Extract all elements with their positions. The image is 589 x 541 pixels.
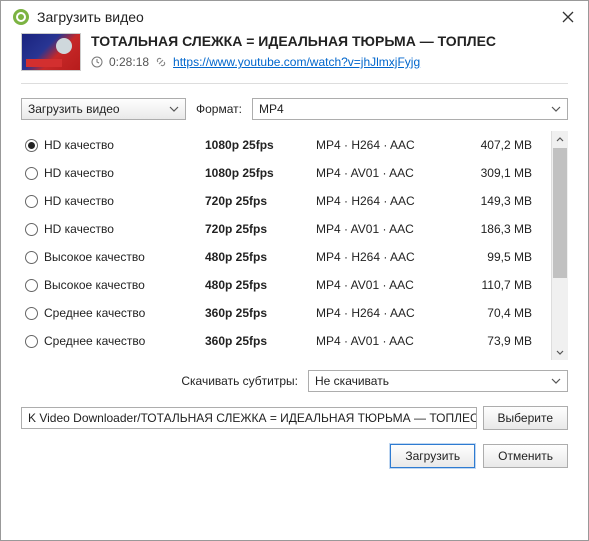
quality-radio[interactable] — [25, 195, 38, 208]
quality-row[interactable]: HD качество 720p 25fps MP4 · H264 · AAC 149… — [21, 187, 551, 215]
resolution-label: 480p 25fps — [205, 250, 310, 264]
size-label: 70,4 MB — [462, 306, 532, 320]
size-label: 73,9 MB — [462, 334, 532, 348]
separator — [21, 83, 568, 84]
save-path-value: K Video Downloader/ТОТАЛЬНАЯ СЛЕЖКА = ИД… — [28, 411, 477, 425]
size-label: 99,5 MB — [462, 250, 532, 264]
scroll-track[interactable] — [552, 148, 568, 343]
quality-radio[interactable] — [25, 335, 38, 348]
quality-row[interactable]: Высокое качество 480p 25fps MP4 · AV01 · A… — [21, 271, 551, 299]
subtitles-select[interactable]: Не скачивать — [308, 370, 568, 392]
quality-label: HD качество — [44, 166, 199, 180]
app-icon — [13, 9, 29, 25]
quality-label: Высокое качество — [44, 250, 199, 264]
format-select-value: MP4 — [259, 102, 284, 116]
quality-row[interactable]: HD качество 1080p 25fps MP4 · H264 · AAC 40… — [21, 131, 551, 159]
quality-label: Среднее качество — [44, 306, 199, 320]
quality-row[interactable]: HD качество 720p 25fps MP4 · AV01 · AAC 186… — [21, 215, 551, 243]
scroll-thumb[interactable] — [553, 148, 567, 278]
link-icon — [155, 56, 167, 68]
close-button[interactable] — [560, 9, 576, 25]
titlebar: Загрузить видео — [1, 1, 588, 33]
quality-list: HD качество 1080p 25fps MP4 · H264 · AAC 40… — [21, 131, 551, 360]
resolution-label: 1080p 25fps — [205, 138, 310, 152]
quality-radio[interactable] — [25, 279, 38, 292]
codec-label: MP4 · H264 · AAC — [316, 138, 456, 152]
codec-label: MP4 · H264 · AAC — [316, 250, 456, 264]
size-label: 110,7 MB — [462, 278, 532, 292]
chevron-down-icon — [551, 376, 561, 386]
quality-label: HD качество — [44, 222, 199, 236]
codec-label: MP4 · H264 · AAC — [316, 194, 456, 208]
controls-row: Загрузить видео Формат: MP4 — [1, 92, 588, 130]
quality-label: HD качество — [44, 138, 199, 152]
quality-radio[interactable] — [25, 251, 38, 264]
codec-label: MP4 · AV01 · AAC — [316, 278, 456, 292]
scrollbar[interactable] — [551, 131, 568, 360]
resolution-label: 1080p 25fps — [205, 166, 310, 180]
scroll-up-button[interactable] — [552, 131, 568, 148]
codec-label: MP4 · H264 · AAC — [316, 306, 456, 320]
video-info: 0:28:18 https://www.youtube.com/watch?v=… — [91, 55, 568, 69]
footer: Загрузить Отменить — [1, 444, 588, 484]
quality-radio[interactable] — [25, 139, 38, 152]
quality-row[interactable]: Среднее качество 360p 25fps MP4 · AV01 · A… — [21, 327, 551, 355]
browse-button[interactable]: Выберите — [483, 406, 568, 430]
resolution-label: 720p 25fps — [205, 222, 310, 236]
path-row: K Video Downloader/ТОТАЛЬНАЯ СЛЕЖКА = ИД… — [1, 406, 588, 444]
size-label: 309,1 MB — [462, 166, 532, 180]
size-label: 149,3 MB — [462, 194, 532, 208]
codec-label: MP4 · AV01 · AAC — [316, 222, 456, 236]
subtitles-row: Скачивать субтитры: Не скачивать — [1, 360, 588, 406]
codec-label: MP4 · AV01 · AAC — [316, 166, 456, 180]
video-url-link[interactable]: https://www.youtube.com/watch?v=jhJlmxjF… — [173, 55, 420, 69]
scroll-down-button[interactable] — [552, 343, 568, 360]
quality-label: Высокое качество — [44, 278, 199, 292]
format-label: Формат: — [196, 102, 242, 116]
chevron-down-icon — [551, 104, 561, 114]
quality-row[interactable]: Среднее качество 360p 25fps MP4 · H264 · A… — [21, 299, 551, 327]
quality-radio[interactable] — [25, 167, 38, 180]
download-dialog: Загрузить видео ТОТАЛЬНАЯ СЛЕЖКА = ИДЕАЛ… — [0, 0, 589, 541]
quality-radio[interactable] — [25, 223, 38, 236]
size-label: 407,2 MB — [462, 138, 532, 152]
resolution-label: 480p 25fps — [205, 278, 310, 292]
quality-list-wrap: HD качество 1080p 25fps MP4 · H264 · AAC 40… — [21, 130, 568, 360]
format-select[interactable]: MP4 — [252, 98, 568, 120]
quality-label: Среднее качество — [44, 334, 199, 348]
size-label: 186,3 MB — [462, 222, 532, 236]
video-title: ТОТАЛЬНАЯ СЛЕЖКА = ИДЕАЛЬНАЯ ТЮРЬМА — ТО… — [91, 33, 568, 49]
subtitles-label: Скачивать субтитры: — [181, 374, 298, 388]
cancel-button[interactable]: Отменить — [483, 444, 568, 468]
quality-row[interactable]: Высокое качество 480p 25fps MP4 · H264 · A… — [21, 243, 551, 271]
resolution-label: 360p 25fps — [205, 334, 310, 348]
chevron-up-icon — [556, 136, 564, 144]
codec-label: MP4 · AV01 · AAC — [316, 334, 456, 348]
close-icon — [562, 11, 574, 23]
subtitles-select-value: Не скачивать — [315, 374, 389, 388]
save-path-input[interactable]: K Video Downloader/ТОТАЛЬНАЯ СЛЕЖКА = ИД… — [21, 407, 477, 429]
video-meta: ТОТАЛЬНАЯ СЛЕЖКА = ИДЕАЛЬНАЯ ТЮРЬМА — ТО… — [91, 33, 568, 69]
resolution-label: 360p 25fps — [205, 306, 310, 320]
clock-icon — [91, 56, 103, 68]
action-select[interactable]: Загрузить видео — [21, 98, 186, 120]
window-title: Загрузить видео — [37, 9, 552, 25]
video-duration: 0:28:18 — [109, 55, 149, 69]
download-button[interactable]: Загрузить — [390, 444, 475, 468]
chevron-down-icon — [556, 348, 564, 356]
action-select-value: Загрузить видео — [28, 102, 120, 116]
chevron-down-icon — [169, 104, 179, 114]
quality-radio[interactable] — [25, 307, 38, 320]
resolution-label: 720p 25fps — [205, 194, 310, 208]
quality-label: HD качество — [44, 194, 199, 208]
video-header: ТОТАЛЬНАЯ СЛЕЖКА = ИДЕАЛЬНАЯ ТЮРЬМА — ТО… — [1, 33, 588, 83]
quality-row[interactable]: HD качество 1080p 25fps MP4 · AV01 · AAC 30… — [21, 159, 551, 187]
video-thumbnail — [21, 33, 81, 71]
